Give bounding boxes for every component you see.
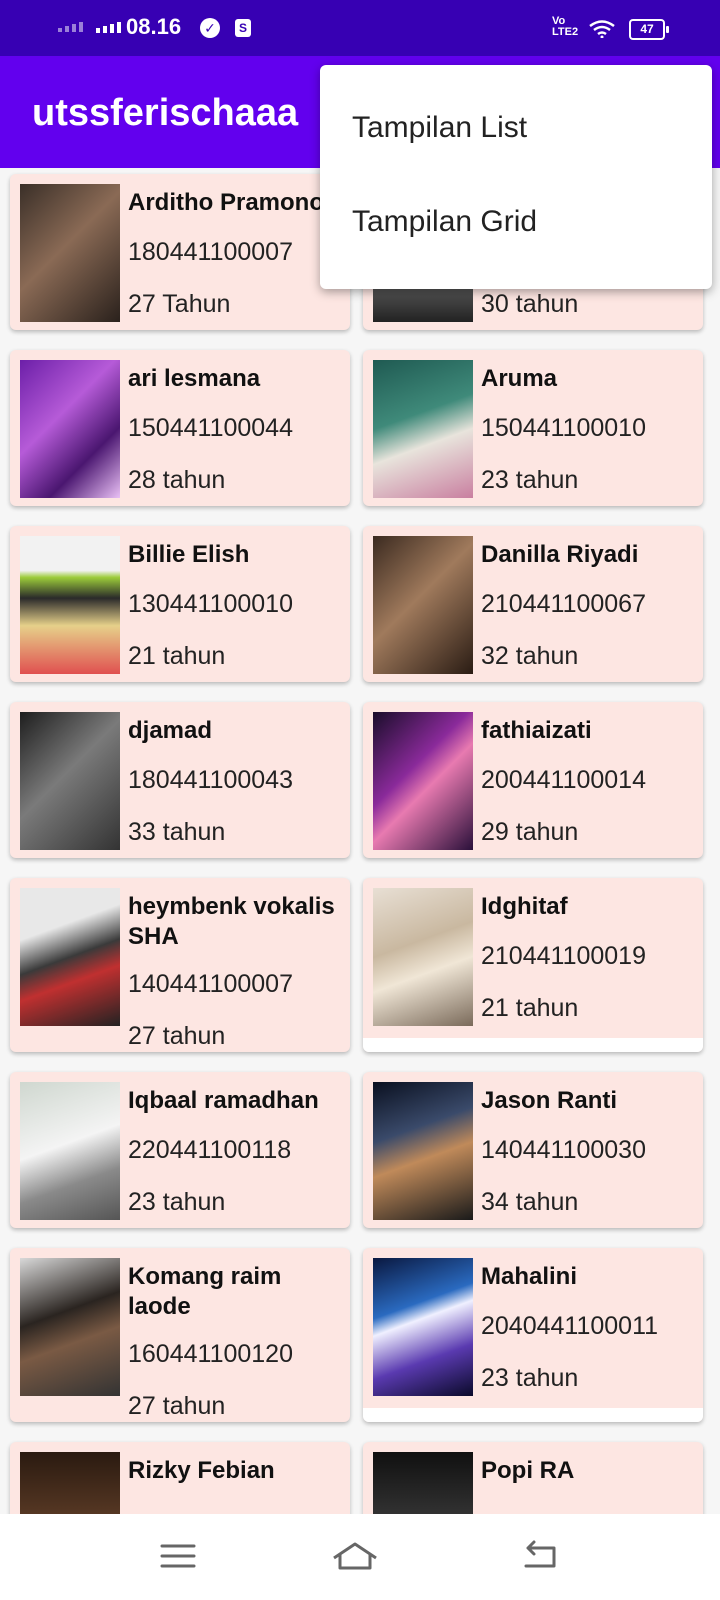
person-name: Komang raim laode — [128, 1263, 282, 1320]
person-name: fathiaizati — [481, 717, 592, 744]
person-age: 21 tahun — [128, 642, 226, 670]
person-card[interactable]: Billie Elish 130441100010 21 tahun — [10, 526, 350, 682]
person-photo — [20, 1082, 120, 1220]
person-name: Billie Elish — [128, 541, 250, 568]
volte-icon: Vo LTE2 — [552, 15, 579, 38]
person-nim: 140441100030 — [481, 1136, 646, 1164]
person-nim: 210441100067 — [481, 590, 646, 618]
person-age: 23 tahun — [481, 1364, 579, 1392]
card-footer — [363, 1038, 703, 1052]
person-photo — [373, 712, 473, 850]
person-nim: 210441100019 — [481, 942, 646, 970]
menu-item-grid-view[interactable]: Tampilan Grid — [352, 205, 537, 239]
network-label: LTE2 — [552, 26, 579, 38]
signal-strong-icon — [96, 22, 121, 33]
person-photo — [20, 1258, 120, 1396]
person-age: 30 tahun — [481, 290, 579, 318]
person-photo — [373, 360, 473, 498]
person-age: 27 tahun — [128, 1392, 226, 1420]
person-photo — [20, 536, 120, 674]
person-name: Popi RA — [481, 1457, 575, 1484]
back-icon[interactable] — [518, 1536, 562, 1576]
person-nim: 150441100044 — [128, 414, 293, 442]
whatsapp-icon: ✓ — [200, 18, 220, 38]
person-age: 28 tahun — [128, 466, 226, 494]
person-card[interactable]: Aruma 150441100010 23 tahun — [363, 350, 703, 506]
person-age: 33 tahun — [128, 818, 226, 846]
person-card[interactable]: heymbenk vokalis SHA 140441100007 27 tah… — [10, 878, 350, 1052]
status-bar: 08.16 ✓ S Vo LTE2 47 — [0, 0, 720, 56]
person-card[interactable]: Jason Ranti 140441100030 34 tahun — [363, 1072, 703, 1228]
person-age: 23 tahun — [128, 1188, 226, 1216]
card-footer — [363, 1408, 703, 1422]
person-name: heymbenk vokalis SHA — [128, 893, 335, 950]
person-name: djamad — [128, 717, 213, 744]
person-nim: 130441100010 — [128, 590, 293, 618]
menu-item-list-view[interactable]: Tampilan List — [352, 111, 527, 145]
app-title: utssferischaaa — [32, 92, 299, 134]
person-age: 29 tahun — [481, 818, 579, 846]
shopping-bag-icon: S — [235, 19, 251, 37]
person-age: 27 tahun — [128, 1022, 226, 1050]
person-card[interactable]: Idghitaf 210441100019 21 tahun — [363, 878, 703, 1052]
person-name: Mahalini — [481, 1263, 578, 1290]
person-name: Iqbaal ramadhan — [128, 1087, 319, 1114]
signal-icon — [58, 22, 83, 32]
wifi-icon — [589, 20, 615, 38]
person-card[interactable]: djamad 180441100043 33 tahun — [10, 702, 350, 858]
options-menu: Tampilan List Tampilan Grid — [320, 65, 712, 289]
person-age: 23 tahun — [481, 466, 579, 494]
person-nim: 180441100007 — [128, 238, 293, 266]
person-name: ari lesmana — [128, 365, 261, 392]
person-card[interactable]: Komang raim laode 160441100120 27 tahun — [10, 1248, 350, 1422]
person-card[interactable]: Danilla Riyadi 210441100067 32 tahun — [363, 526, 703, 682]
battery-icon: 47 — [629, 19, 669, 40]
person-nim: 160441100120 — [128, 1340, 293, 1368]
home-icon[interactable] — [330, 1536, 380, 1576]
person-age: 32 tahun — [481, 642, 579, 670]
person-nim: 2040441100011 — [481, 1312, 659, 1340]
person-photo — [373, 888, 473, 1026]
status-time: 08.16 — [126, 14, 182, 39]
person-card[interactable]: Mahalini 2040441100011 23 tahun — [363, 1248, 703, 1422]
person-name: Rizky Febian — [128, 1457, 275, 1484]
person-age: 21 tahun — [481, 994, 579, 1022]
person-photo — [20, 712, 120, 850]
person-name: Aruma — [481, 365, 558, 392]
system-nav-bar — [0, 1514, 720, 1600]
person-nim: 150441100010 — [481, 414, 646, 442]
person-age: 27 Tahun — [128, 290, 231, 318]
person-card[interactable]: fathiaizati 200441100014 29 tahun — [363, 702, 703, 858]
person-card[interactable]: Arditho Pramono 180441100007 27 Tahun — [10, 174, 350, 330]
person-nim: 220441100118 — [128, 1136, 292, 1164]
person-nim: 140441100007 — [128, 970, 293, 998]
person-name: Jason Ranti — [481, 1087, 618, 1114]
person-card[interactable]: ari lesmana 150441100044 28 tahun — [10, 350, 350, 506]
person-photo — [20, 360, 120, 498]
person-age: 34 tahun — [481, 1188, 579, 1216]
person-photo — [373, 1082, 473, 1220]
person-name: Danilla Riyadi — [481, 541, 639, 568]
person-card[interactable]: Iqbaal ramadhan 220441100118 23 tahun — [10, 1072, 350, 1228]
person-photo — [20, 888, 120, 1026]
person-photo — [20, 184, 120, 322]
person-name: Arditho Pramono — [128, 189, 324, 216]
person-photo — [373, 536, 473, 674]
menu-icon[interactable] — [156, 1536, 200, 1576]
person-nim: 200441100014 — [481, 766, 646, 794]
person-photo — [373, 1258, 473, 1396]
person-nim: 180441100043 — [128, 766, 293, 794]
person-name: Idghitaf — [481, 893, 568, 920]
